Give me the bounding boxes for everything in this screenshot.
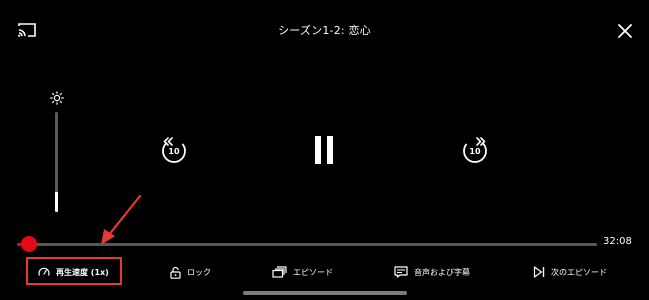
brightness-icon bbox=[50, 90, 64, 105]
seek-thumb[interactable] bbox=[20, 236, 37, 252]
next-episode-label: 次のエピソード bbox=[551, 267, 607, 277]
brightness-slider[interactable] bbox=[47, 88, 67, 218]
skip-forward-label: 10 bbox=[469, 147, 481, 156]
lock-icon bbox=[170, 266, 181, 279]
subtitles-icon bbox=[394, 266, 408, 278]
bottom-control-bar: 再生速度 (1x) ロック エピソード 音声および字幕 次のエピソード bbox=[0, 258, 649, 286]
episode-title: シーズン1-2: 恋心 bbox=[278, 24, 371, 37]
brightness-track[interactable] bbox=[55, 112, 58, 212]
home-indicator bbox=[243, 291, 407, 295]
speedometer-icon bbox=[38, 267, 50, 276]
audio-subtitles-label: 音声および字幕 bbox=[414, 267, 470, 277]
episodes-icon bbox=[272, 266, 287, 278]
skip-forward-10-button[interactable]: 10 bbox=[461, 136, 489, 166]
brightness-level bbox=[55, 192, 58, 212]
episodes-button[interactable]: エピソード bbox=[272, 258, 333, 286]
next-episode-icon bbox=[533, 266, 545, 278]
seek-bar[interactable] bbox=[17, 236, 597, 253]
playback-speed-label: 再生速度 (1x) bbox=[56, 267, 109, 277]
pause-icon bbox=[315, 136, 333, 164]
playback-speed-button[interactable]: 再生速度 (1x) bbox=[38, 258, 109, 286]
video-player: シーズン1-2: 恋心 10 10 32:08 再生速度 (1x) ロック エピ… bbox=[0, 0, 649, 300]
episodes-label: エピソード bbox=[293, 267, 333, 277]
close-icon[interactable] bbox=[616, 22, 634, 40]
pause-button[interactable] bbox=[311, 134, 337, 166]
skip-back-10-button[interactable]: 10 bbox=[160, 136, 188, 166]
skip-back-label: 10 bbox=[168, 147, 180, 156]
audio-subtitles-button[interactable]: 音声および字幕 bbox=[394, 258, 470, 286]
next-episode-button[interactable]: 次のエピソード bbox=[533, 258, 607, 286]
lock-label: ロック bbox=[187, 267, 211, 277]
current-time: 32:08 bbox=[603, 236, 632, 247]
lock-button[interactable]: ロック bbox=[170, 258, 211, 286]
seek-track[interactable] bbox=[17, 243, 597, 246]
